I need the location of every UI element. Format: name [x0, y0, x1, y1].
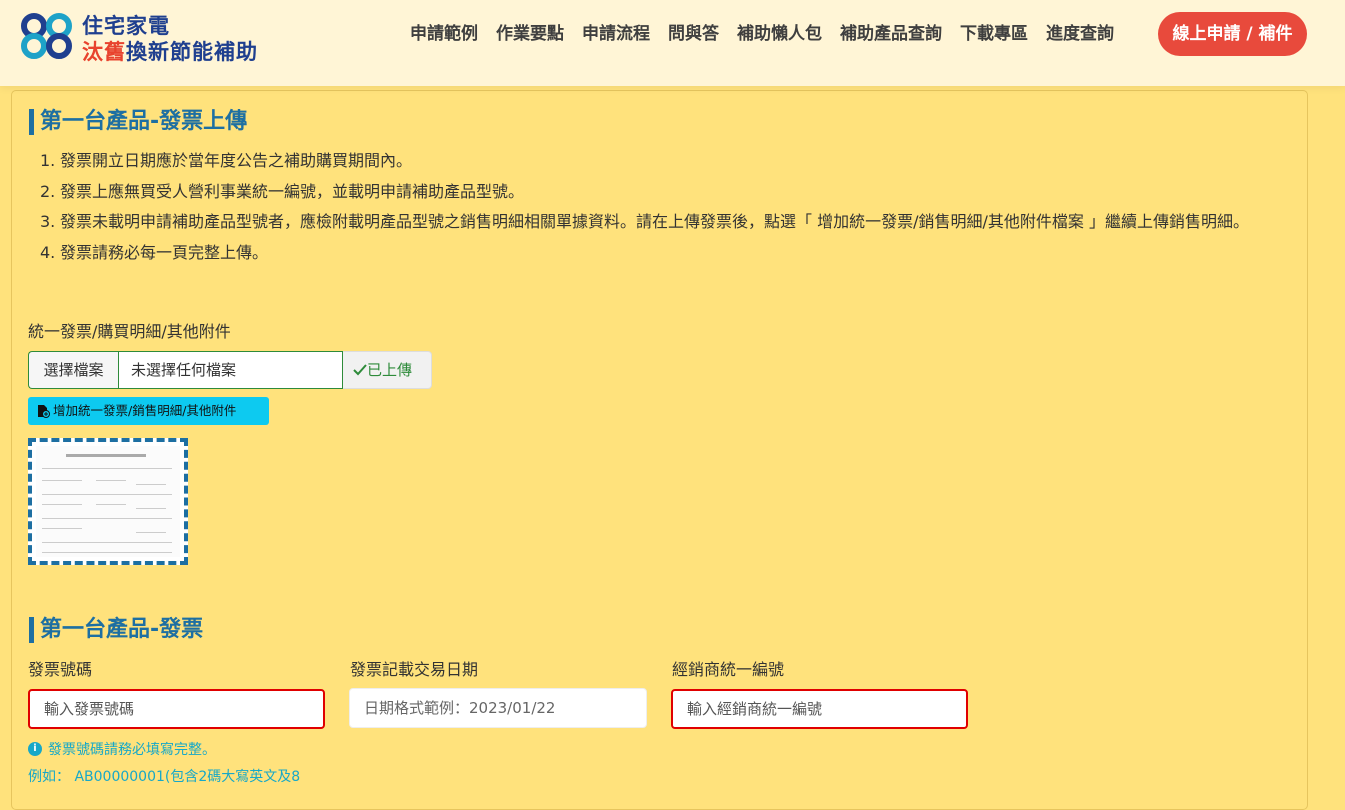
file-input-group: 選擇檔案 未選擇任何檔案 已上傳 [28, 351, 432, 389]
nav-progress[interactable]: 進度查詢 [1037, 23, 1123, 45]
invoice-hint: i 發票號碼請務必填寫完整。 [28, 739, 216, 759]
apply-online-button[interactable]: 線上申請 / 補件 [1158, 12, 1307, 56]
thumbnail-image [36, 446, 180, 557]
checkmark-icon [353, 364, 367, 376]
rule-item: 3. 發票未載明申請補助產品型號者，應檢附載明產品型號之銷售明細相關單據資料。請在… [40, 212, 1249, 231]
file-field-label: 統一發票/購買明細/其他附件 [28, 322, 231, 341]
uploaded-label: 已上傳 [367, 361, 413, 379]
invoice-date-input[interactable]: 日期格式範例：2023/01/22 [349, 688, 647, 728]
rule-item: 1. 發票開立日期應於當年度公告之補助購買期間內。 [40, 151, 413, 170]
upload-rules-list: 1. 發票開立日期應於當年度公告之補助購買期間內。 2. 發票上應無買受人營利事業統… [40, 146, 1290, 268]
file-name-display[interactable]: 未選擇任何檔案 [118, 351, 343, 389]
invoice-date-label: 發票記載交易日期 [350, 660, 479, 679]
rule-item: 4. 發票請務必每一頁完整上傳。 [40, 242, 269, 262]
nav-process[interactable]: 申請流程 [573, 23, 659, 45]
upload-section-title: 第一台產品-發票上傳 [29, 109, 247, 135]
nav-product-search[interactable]: 補助產品查詢 [831, 23, 951, 45]
logo-icon[interactable] [18, 12, 76, 60]
main-nav: 申請範例 作業要點 申請流程 問與答 補助懶人包 補助產品查詢 下載專區 進度查… [410, 23, 1123, 45]
logo-title-line2: 汰舊換新節能補助 [82, 36, 258, 66]
file-add-icon [38, 405, 50, 418]
nav-guidelines[interactable]: 作業要點 [487, 23, 573, 45]
dealer-id-input[interactable]: 輸入經銷商統一編號 [671, 689, 968, 729]
invoice-hint-text: 發票號碼請務必填寫完整。 [48, 742, 216, 758]
nav-example[interactable]: 申請範例 [410, 23, 487, 45]
add-attachment-button[interactable]: 增加統一發票/銷售明細/其他附件 [28, 397, 269, 425]
invoice-example-text: 例如： AB00000001(包含2碼大寫英文及8 [28, 769, 301, 785]
invoice-number-input[interactable]: 輸入發票號碼 [28, 689, 325, 729]
site-header: 住宅家電 汰舊換新節能補助 申請範例 作業要點 申請流程 問與答 補助懶人包 補… [0, 0, 1345, 86]
rule-item: 2. 發票上應無買受人營利事業統一編號，並載明申請補助產品型號。 [40, 181, 525, 201]
dealer-id-label: 經銷商統一編號 [672, 660, 785, 679]
choose-file-button[interactable]: 選擇檔案 [28, 351, 118, 389]
info-icon: i [28, 742, 42, 756]
logo-highlight: 汰舊 [82, 40, 126, 64]
nav-quick-guide[interactable]: 補助懶人包 [728, 23, 831, 45]
logo-rest: 換新節能補助 [126, 40, 258, 64]
invoice-section-title: 第一台產品-發票 [29, 617, 203, 643]
nav-downloads[interactable]: 下載專區 [951, 23, 1037, 45]
uploaded-status: 已上傳 [343, 351, 432, 389]
nav-faq[interactable]: 問與答 [659, 23, 728, 45]
invoice-number-label: 發票號碼 [28, 660, 93, 679]
add-attachment-label: 增加統一發票/銷售明細/其他附件 [53, 403, 237, 418]
uploaded-invoice-thumbnail[interactable] [28, 438, 188, 565]
